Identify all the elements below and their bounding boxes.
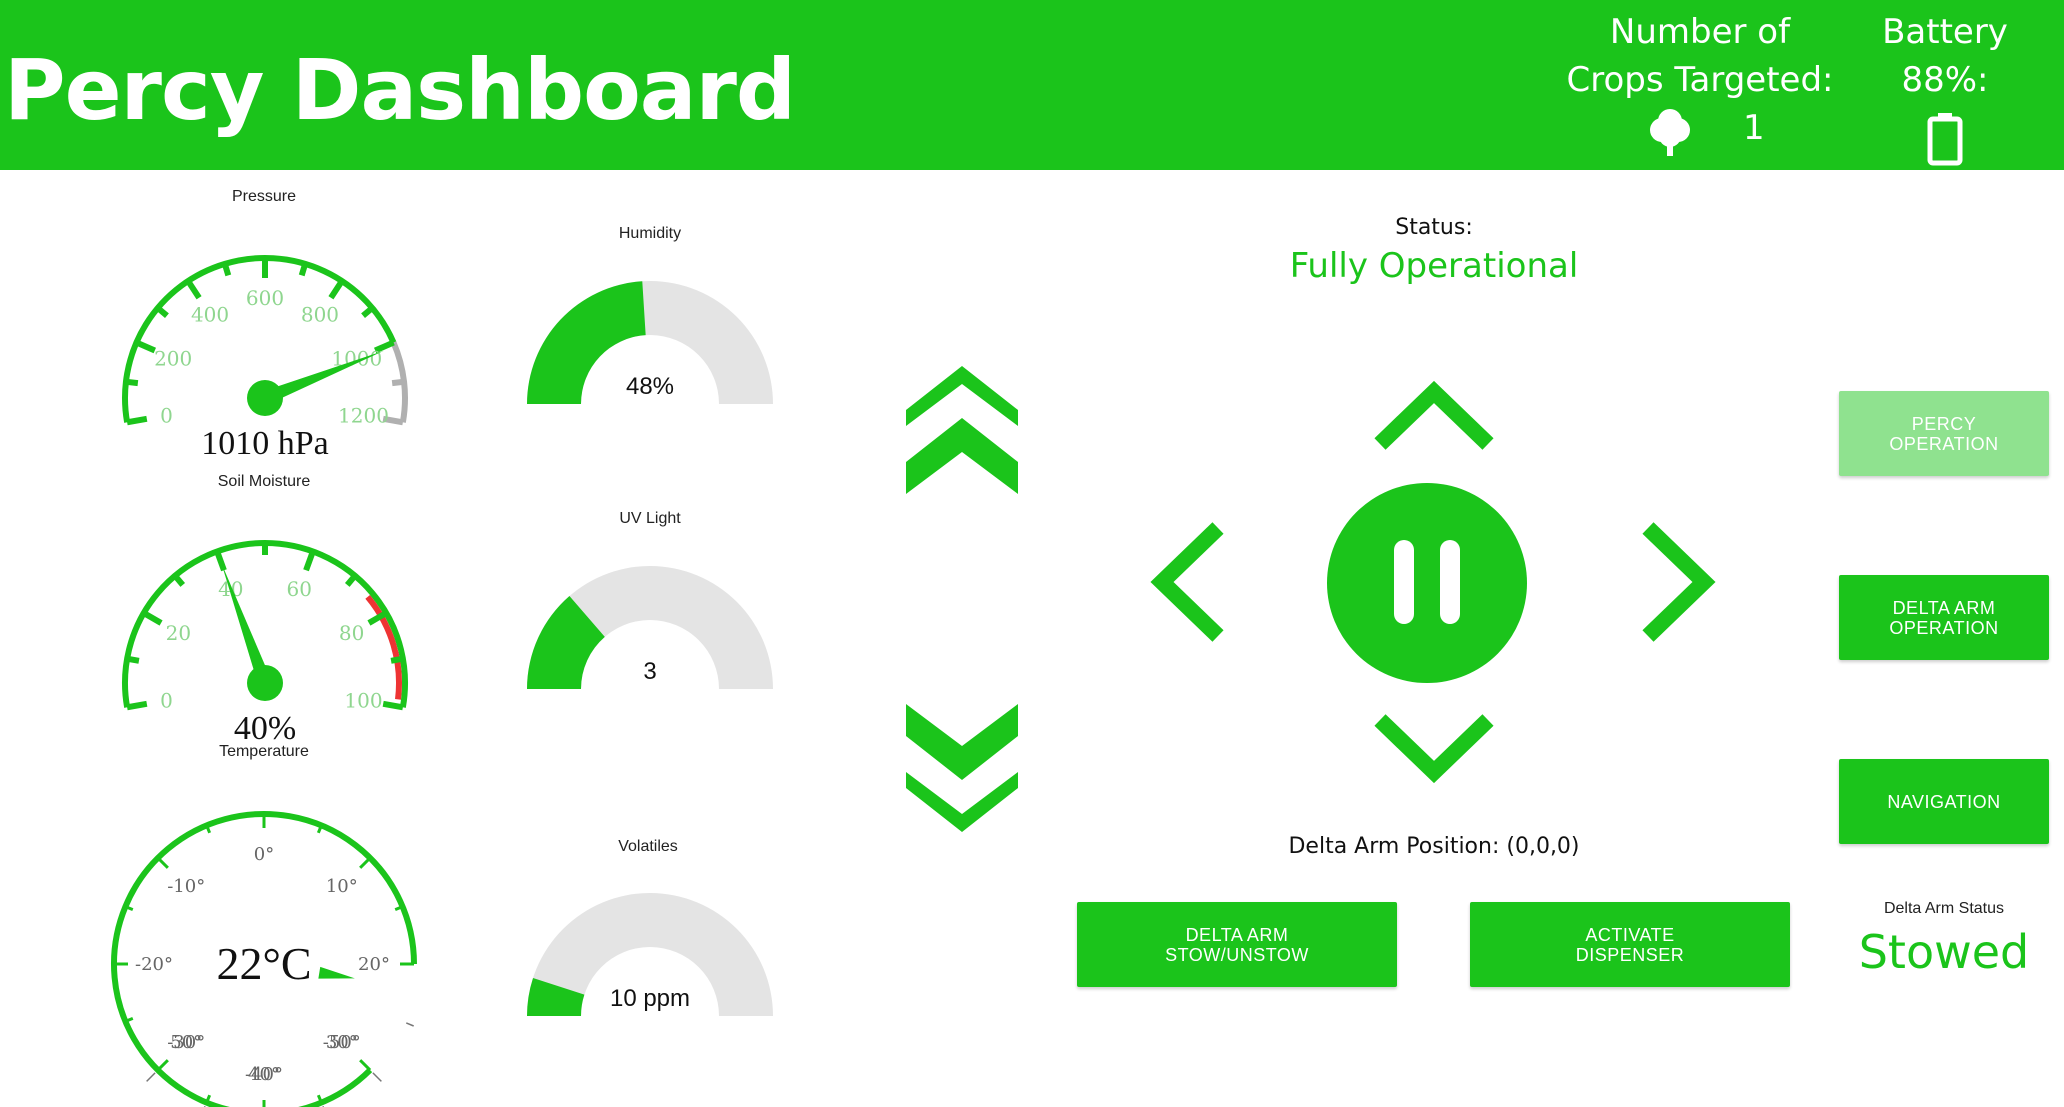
pressure-minor-tick (155, 305, 169, 319)
pressure-needle-hub (247, 380, 283, 416)
temperature-tick-label: 30° (326, 1032, 358, 1053)
temperature-value: 22°C (216, 938, 311, 989)
battery-label-line2: 88%: (1901, 60, 1989, 100)
temperature-major-tick (359, 856, 372, 869)
status-label: Status: (1395, 215, 1473, 240)
temperature-major-tick (146, 1072, 156, 1082)
delta-arm-position: Delta Arm Position: (0,0,0) (1288, 834, 1580, 859)
pressure-minor-tick (361, 305, 375, 319)
humidity-value: 48% (626, 373, 674, 400)
double-chevron-down-icon[interactable] (906, 704, 1018, 832)
pressure-major-tick (126, 415, 148, 426)
pressure-major-tick (185, 279, 202, 300)
activate-dispenser-button[interactable]: ACTIVATE DISPENSER (1470, 902, 1790, 987)
soil-moisture-gauge: 02040608010040% (122, 540, 408, 747)
pressure-gauge: 0200400600800100012001010 hPa (122, 255, 408, 462)
crops-label-line2: Crops Targeted: (1566, 60, 1834, 100)
soil-tick-label: 80 (339, 621, 364, 645)
temperature-label: Temperature (219, 743, 309, 760)
temperature-tick-label: -10° (167, 876, 205, 897)
uv-light-label: UV Light (619, 510, 681, 527)
pressure-tick-label: 800 (301, 302, 339, 326)
temperature-gauge: -50°-40°-30°-20°-10°0°10°20°30°40°50°22°… (111, 811, 417, 1107)
move-right-icon[interactable] (1640, 520, 1720, 644)
temperature-tick-label: 50° (170, 1032, 202, 1053)
pressure-minor-tick (221, 263, 232, 277)
battery-icon (1927, 113, 1963, 166)
soil-minor-tick (390, 655, 404, 664)
pressure-minor-tick (125, 378, 139, 387)
soil-minor-tick (172, 573, 186, 587)
pause-button[interactable] (1326, 482, 1528, 684)
soil-tick-label: 100 (344, 688, 382, 712)
humidity-label: Humidity (618, 225, 682, 242)
uv-light-value: 3 (643, 658, 656, 685)
volatiles-label: Volatiles (618, 838, 678, 855)
pressure-tick-label: 400 (191, 302, 229, 326)
move-up-icon[interactable] (1372, 376, 1496, 452)
temperature-tick-label: 20° (358, 954, 390, 975)
temperature-major-tick (359, 1059, 372, 1072)
pressure-tick-label: 0 (160, 403, 173, 427)
app-header: Percy Dashboard Number of Crops Targeted… (0, 0, 2064, 170)
delta-arm-stow-button[interactable]: DELTA ARM STOW/UNSTOW (1077, 902, 1397, 987)
humidity-gauge: 48% (527, 281, 773, 404)
delta-arm-status-value: Stowed (1858, 925, 2030, 979)
pressure-tick-label: 1200 (338, 403, 389, 427)
delta-arm-status-label: Delta Arm Status (1883, 900, 2005, 917)
status-value: Fully Operational (1289, 246, 1579, 286)
double-chevron-up-icon[interactable] (906, 366, 1018, 494)
temperature-tick-label: 0° (254, 844, 274, 865)
soil-minor-tick (126, 655, 140, 664)
temperature-tick-label: -20° (135, 954, 173, 975)
temperature-major-tick (156, 1059, 169, 1072)
soil-moisture-label: Soil Moisture (217, 473, 311, 490)
soil-value: 40% (234, 710, 296, 747)
delta-arm-operation-button[interactable]: DELTA ARM OPERATION (1839, 575, 2049, 660)
navigation-button[interactable]: NAVIGATION (1839, 759, 2049, 844)
move-left-icon[interactable] (1146, 520, 1226, 644)
percy-operation-button[interactable]: PERCY OPERATION (1839, 391, 2049, 476)
temperature-tick-label: 10° (326, 876, 358, 897)
temperature-major-tick (156, 856, 169, 869)
crops-targeted-stat: Number of Crops Targeted: 1 (1560, 8, 1840, 156)
pressure-tick-label: 200 (154, 346, 192, 370)
battery-label-line1: Battery (1882, 12, 2008, 52)
soil-tick-label: 20 (166, 621, 191, 645)
page-title: Percy Dashboard (4, 41, 796, 139)
crops-value: 1 (1743, 108, 1765, 148)
soil-major-tick (303, 550, 316, 572)
move-down-icon[interactable] (1372, 712, 1496, 788)
soil-major-tick (142, 610, 163, 626)
temperature-major-tick (372, 1072, 382, 1082)
soil-major-tick (382, 700, 404, 711)
pressure-major-tick (135, 339, 157, 354)
soil-tick-label: 60 (286, 577, 311, 601)
soil-major-tick (126, 700, 148, 711)
soil-minor-tick (344, 573, 358, 587)
pressure-major-tick (328, 279, 345, 300)
temperature-tick-label: 40° (248, 1064, 280, 1085)
soil-tick-label: 0 (160, 688, 173, 712)
battery-stat: Battery 88%: (1870, 8, 2020, 166)
volatiles-gauge: 10 ppm (527, 893, 773, 1016)
pressure-minor-tick (391, 378, 405, 387)
temperature-needle (318, 966, 355, 979)
soil-needle-hub (247, 665, 283, 701)
uv-light-gauge: 3 (527, 566, 773, 689)
pressure-tick-label: 600 (246, 286, 284, 310)
crops-label-line1: Number of (1609, 12, 1791, 52)
temperature-minor-tick (405, 1022, 414, 1027)
pressure-label: Pressure (231, 188, 297, 205)
tree-icon (1650, 109, 1690, 156)
pressure-minor-tick (298, 263, 309, 277)
pressure-value: 1010 hPa (201, 425, 329, 462)
volatiles-value: 10 ppm (610, 985, 690, 1012)
